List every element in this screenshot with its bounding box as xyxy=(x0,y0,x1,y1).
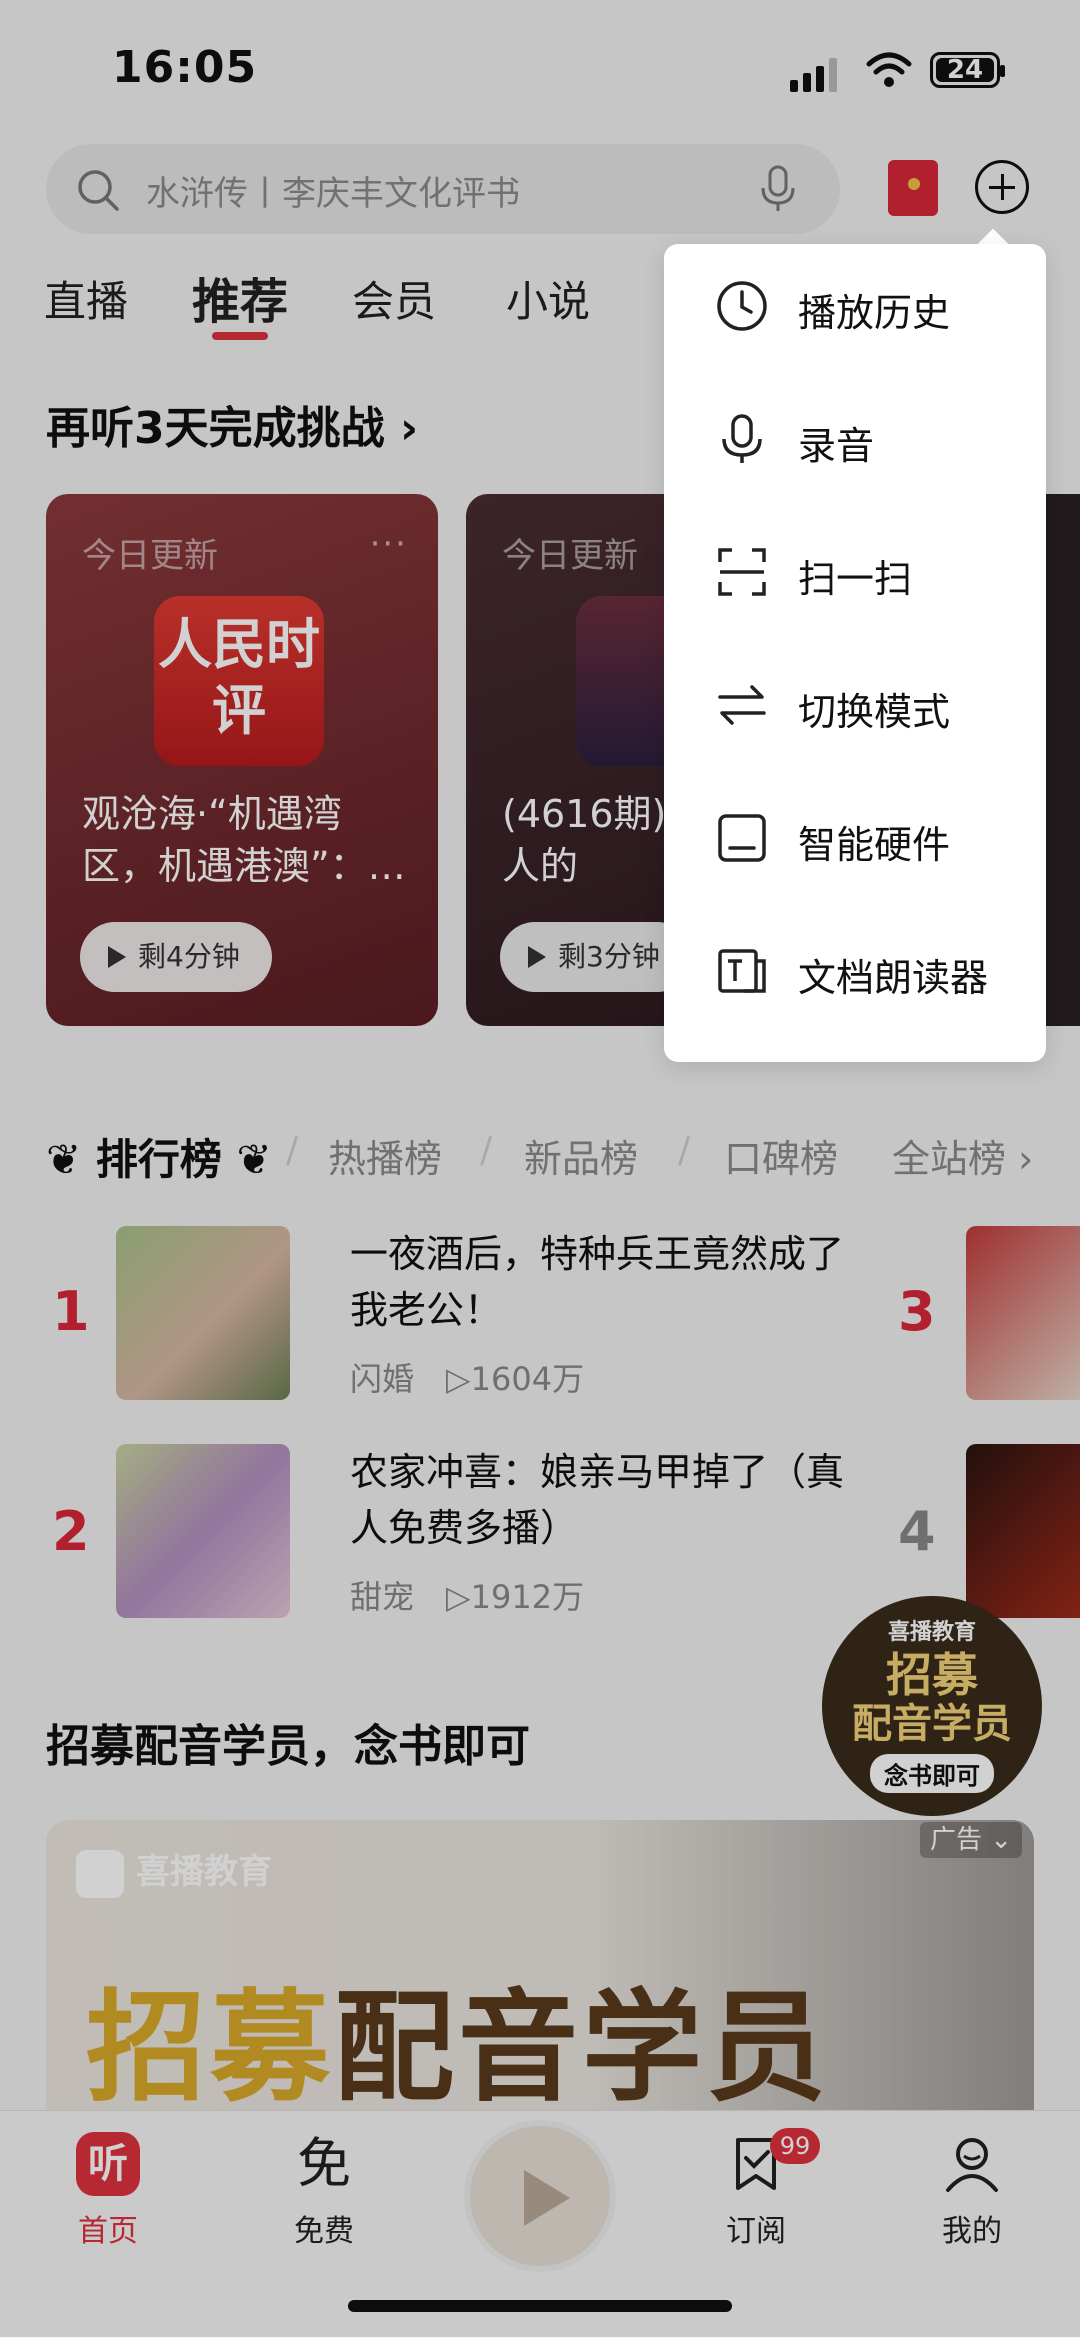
menu-item-record[interactable]: 录音 xyxy=(664,377,1046,497)
mic-icon xyxy=(722,414,762,463)
device-icon xyxy=(718,814,766,862)
add-menu-popup: 播放历史 录音 扫一扫 切换模式 智能硬件 文档朗读器 xyxy=(664,244,1046,1062)
doc-reader-icon xyxy=(718,949,766,993)
menu-label: 文档朗读器 xyxy=(798,956,989,1000)
menu-item-scan[interactable]: 扫一扫 xyxy=(664,510,1046,630)
menu-label: 录音 xyxy=(798,424,875,468)
menu-label: 扫一扫 xyxy=(798,557,913,601)
scan-icon xyxy=(718,548,766,596)
menu-item-smart-device[interactable]: 智能硬件 xyxy=(664,776,1046,896)
menu-label: 切换模式 xyxy=(798,690,951,734)
menu-item-doc-reader[interactable]: 文档朗读器 xyxy=(664,909,1046,1029)
menu-item-switch-mode[interactable]: 切换模式 xyxy=(664,643,1046,763)
menu-label: 智能硬件 xyxy=(798,823,951,867)
menu-label: 播放历史 xyxy=(798,291,951,335)
clock-icon xyxy=(717,281,767,331)
switch-icon xyxy=(718,685,766,725)
menu-item-history[interactable]: 播放历史 xyxy=(664,244,1046,364)
